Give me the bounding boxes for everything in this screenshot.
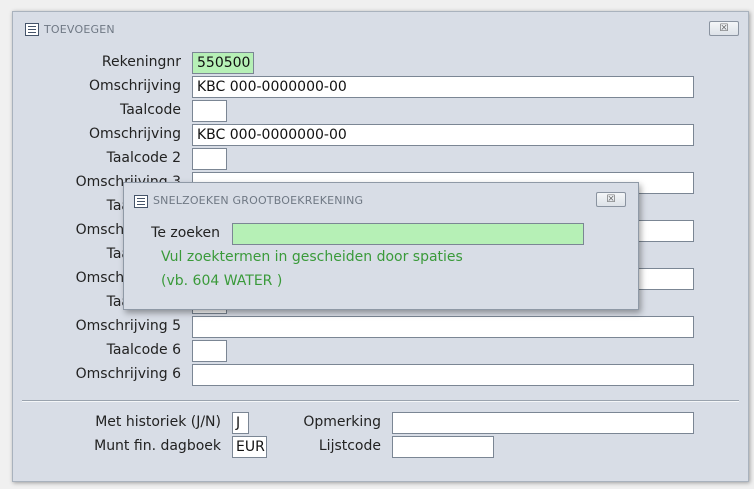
omschrijving-5-field[interactable]	[192, 316, 694, 338]
section-divider	[22, 400, 739, 402]
dialog-menu-icon[interactable]	[134, 195, 148, 208]
label-omschrijving-1: Omschrijving	[89, 78, 181, 94]
label-munt-fin-dagboek: Munt fin. dagboek	[94, 438, 221, 454]
dialog-close-button[interactable]: ☒	[596, 192, 626, 207]
label-lijstcode: Lijstcode	[318, 438, 381, 454]
main-window-title: TOEVOEGEN	[44, 23, 115, 36]
opmerking-field[interactable]	[392, 412, 694, 434]
munt-fin-dagboek-field[interactable]: EUR	[232, 436, 267, 458]
search-label: Te zoeken	[151, 225, 220, 241]
dialog-title: SNELZOEKEN GROOTBOEKREKENING	[153, 194, 364, 207]
label-omschrijving-2: Omschrijving	[89, 126, 181, 142]
lijstcode-field[interactable]	[392, 436, 494, 458]
main-close-button[interactable]: ☒	[709, 21, 739, 36]
omschrijving-2-field[interactable]: KBC 000-0000000-00	[192, 124, 694, 146]
search-input[interactable]	[232, 223, 584, 245]
taalcode-2-field[interactable]	[192, 148, 227, 170]
window-menu-icon[interactable]	[25, 23, 39, 36]
label-omschrijving-5: Omschrijving 5	[75, 318, 181, 334]
label-omschrijving-6: Omschrijving 6	[75, 366, 181, 382]
label-taalcode-6: Taalcode 6	[106, 342, 181, 358]
omschrijving-6-field[interactable]	[192, 364, 694, 386]
label-taalcode-1: Taalcode	[119, 102, 181, 118]
omschrijving-1-field[interactable]: KBC 000-0000000-00	[192, 76, 694, 98]
quick-search-dialog: SNELZOEKEN GROOTBOEKREKENING ☒ Te zoeken…	[123, 182, 639, 310]
main-titlebar: TOEVOEGEN ☒	[13, 12, 748, 42]
label-met-historiek: Met historiek (J/N)	[95, 414, 221, 430]
label-opmerking: Opmerking	[303, 414, 381, 430]
search-example: (vb. 604 WATER )	[161, 273, 283, 289]
search-hint: Vul zoektermen in gescheiden door spatie…	[161, 249, 463, 265]
label-rekeningnr: Rekeningnr	[101, 54, 181, 70]
taalcode-6-field[interactable]	[192, 340, 227, 362]
met-historiek-field[interactable]: J	[232, 412, 249, 434]
label-taalcode-2: Taalcode 2	[106, 150, 181, 166]
rekeningnr-field[interactable]: 550500	[192, 52, 254, 74]
taalcode-1-field[interactable]	[192, 100, 227, 122]
